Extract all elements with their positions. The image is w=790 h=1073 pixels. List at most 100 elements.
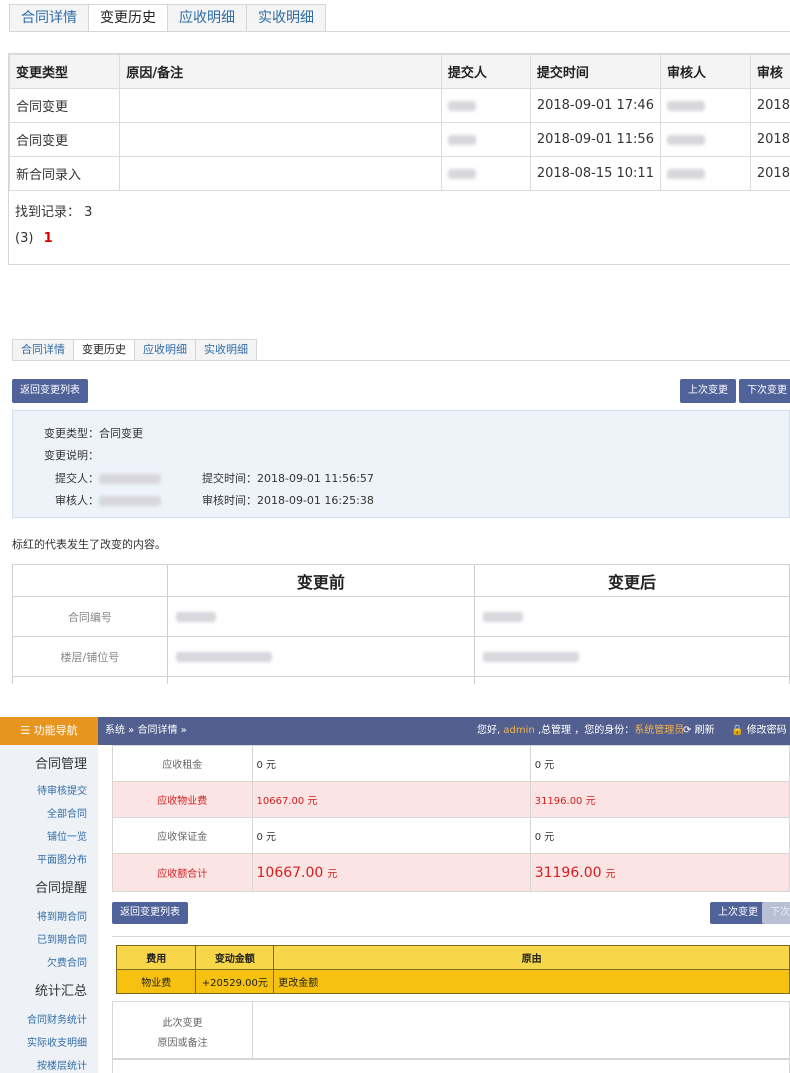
sidebar-item-actual-income[interactable]: 实际收支明细 bbox=[27, 1034, 87, 1049]
auditor-label: 审核人： bbox=[55, 494, 99, 507]
col-auditor: 审核人 bbox=[659, 54, 751, 89]
pagination: (3) 1 bbox=[15, 231, 53, 246]
total-before-unit: 元 bbox=[327, 868, 338, 880]
cell-submit-time: 2018-09-01 11:56 bbox=[529, 122, 661, 157]
blurred-value bbox=[482, 612, 523, 622]
header-blank bbox=[12, 564, 168, 597]
total-before: 10667.00 元 bbox=[251, 853, 531, 892]
value-after bbox=[473, 596, 790, 637]
fee-before: 0 元 bbox=[251, 817, 531, 854]
sidebar-item-pending[interactable]: 待审核提交 bbox=[37, 782, 87, 797]
header-before: 变更前 bbox=[166, 564, 475, 597]
lock-icon: 🔒 bbox=[731, 725, 744, 736]
header-after: 变更后 bbox=[473, 564, 790, 597]
table-row[interactable]: 合同变更 2018-09-01 11:56 2018 bbox=[9, 122, 790, 157]
value-before bbox=[166, 596, 475, 637]
cell-submitter bbox=[440, 122, 531, 157]
sidebar-item-all-contracts[interactable]: 全部合同 bbox=[47, 805, 87, 820]
value-after bbox=[473, 636, 790, 677]
sidebar: 合同管理 待审核提交 全部合同 铺位一览 平面图分布 合同提醒 将到期合同 已到… bbox=[0, 745, 98, 1073]
sidebar-item-finance-stats[interactable]: 合同财务统计 bbox=[27, 1011, 87, 1026]
record-count: 找到记录： 3 bbox=[15, 205, 93, 220]
fee-before: 0 元 bbox=[251, 745, 531, 782]
sidebar-item-shop-overview[interactable]: 铺位一览 bbox=[47, 828, 87, 843]
blurred-value bbox=[175, 612, 216, 622]
back-to-list-button[interactable]: 返回变更列表 bbox=[112, 902, 188, 924]
col-audit-time: 审核 bbox=[749, 54, 790, 89]
blurred-name bbox=[99, 474, 161, 484]
header-reason: 原由 bbox=[273, 945, 790, 970]
page-current[interactable]: 1 bbox=[44, 231, 53, 246]
cell-submit-time: 2018-09-01 17:46 bbox=[529, 88, 661, 123]
next-change-button[interactable]: 下次变更 bbox=[739, 379, 790, 403]
tab-bar: 合同详情 变更历史 应收明细 实收明细 bbox=[9, 4, 326, 32]
fee-after: 0 元 bbox=[529, 817, 790, 854]
cell-audit-time: 2018 bbox=[749, 88, 790, 123]
tab-receivable-detail[interactable]: 应收明细 bbox=[167, 4, 247, 32]
table-row[interactable]: 合同变更 2018-09-01 17:46 2018 bbox=[9, 88, 790, 123]
function-nav-button[interactable]: ☰ 功能导航 bbox=[0, 717, 98, 745]
col-submitter: 提交人 bbox=[440, 54, 531, 89]
tab-receivable-detail[interactable]: 应收明细 bbox=[134, 339, 196, 361]
cell-remark bbox=[119, 88, 442, 123]
fee-after: 31196.00 元 bbox=[529, 781, 790, 818]
change-description: 变更说明： bbox=[44, 449, 99, 462]
blurred-name bbox=[447, 134, 476, 145]
blurred-value bbox=[175, 652, 272, 662]
tab-received-detail[interactable]: 实收明细 bbox=[195, 339, 257, 361]
header-amount: 变动金额 bbox=[195, 945, 275, 970]
sidebar-item-floor-stats[interactable]: 按楼层统计 bbox=[37, 1057, 87, 1072]
back-to-list-button[interactable]: 返回变更列表 bbox=[12, 379, 88, 403]
cell-auditor bbox=[659, 88, 751, 123]
tab-divider bbox=[12, 360, 790, 361]
fee-comparison-table: 应收租金 0 元 0 元 应收物业费 10667.00 元 31196.00 元… bbox=[112, 745, 790, 892]
total-after-value: 31196.00 bbox=[534, 864, 602, 881]
cell-auditor bbox=[659, 122, 751, 157]
cell-submitter bbox=[440, 88, 531, 123]
change-info-box: 变更类型：合同变更 变更说明： 提交人： 提交时间：2018-09-01 11:… bbox=[12, 410, 790, 518]
red-highlight-note: 标红的代表发生了改变的内容。 bbox=[12, 538, 166, 551]
change-remark-label: 此次变更 原因或备注 bbox=[113, 1002, 253, 1058]
change-detail-panel: 合同详情 变更历史 应收明细 实收明细 返回变更列表 上次变更 下次变更 变更类… bbox=[0, 330, 790, 684]
change-reason-table: 费用 变动金额 原由 物业费 +20529.00元 更改金额 bbox=[115, 945, 790, 994]
change-label-line1: 此次变更 bbox=[162, 1018, 203, 1029]
row-label: 合同编号 bbox=[12, 596, 168, 637]
next-change-button[interactable]: 下次变更 bbox=[762, 902, 790, 924]
refresh-button[interactable]: ⟳ 刷新 bbox=[683, 717, 715, 745]
table-row: 物业费 +20529.00元 更改金额 bbox=[115, 969, 790, 994]
total-after: 31196.00 元 bbox=[529, 853, 790, 892]
table-row[interactable]: 新合同录入 2018-08-15 10:11 2018 bbox=[9, 156, 790, 191]
blurred-name bbox=[666, 134, 705, 145]
tab-contract-detail[interactable]: 合同详情 bbox=[12, 339, 74, 361]
sidebar-header-contract: 合同管理 bbox=[34, 757, 87, 772]
refresh-label: 刷新 bbox=[694, 725, 715, 736]
tab-contract-detail[interactable]: 合同详情 bbox=[9, 4, 89, 32]
sidebar-header-reminder: 合同提醒 bbox=[34, 881, 87, 896]
sidebar-item-expiring[interactable]: 将到期合同 bbox=[37, 908, 87, 923]
sidebar-item-floor-plan[interactable]: 平面图分布 bbox=[37, 851, 87, 866]
prev-change-button[interactable]: 上次变更 bbox=[680, 379, 736, 403]
greeting: 您好, bbox=[477, 725, 504, 736]
prev-change-button[interactable]: 上次变更 bbox=[710, 902, 766, 924]
header-fee: 费用 bbox=[115, 945, 197, 970]
tab-change-history[interactable]: 变更历史 bbox=[73, 339, 135, 361]
tab-bar: 合同详情 变更历史 应收明细 实收明细 bbox=[12, 339, 257, 361]
sidebar-item-arrears[interactable]: 欠费合同 bbox=[47, 954, 87, 969]
change-password-button[interactable]: 🔒 修改密码 bbox=[731, 717, 787, 745]
fee-label: 应收租金 bbox=[112, 745, 253, 782]
tab-change-history[interactable]: 变更历史 bbox=[88, 4, 168, 32]
history-table: 变更类型 原因/备注 提交人 提交时间 审核人 审核 合同变更 2018-09-… bbox=[9, 54, 790, 191]
breadcrumb: 系统 » 合同详情 » bbox=[105, 725, 187, 736]
blurred-name bbox=[447, 168, 476, 179]
next-row-stub bbox=[112, 1059, 790, 1073]
cell-submit-time: 2018-08-15 10:11 bbox=[529, 156, 661, 191]
blurred-name bbox=[447, 100, 476, 111]
page-total: (3) bbox=[15, 231, 34, 246]
reason-header-row: 费用 变动金额 原由 bbox=[115, 945, 790, 970]
col-change-type: 变更类型 bbox=[9, 54, 121, 89]
admin-app-panel: ☰ 功能导航 系统 » 合同详情 » 您好, admin ,总管理 ，您的身份：… bbox=[0, 717, 790, 1073]
reason-text: 更改金额 bbox=[273, 969, 790, 994]
blurred-name bbox=[666, 100, 705, 111]
sidebar-item-expired[interactable]: 已到期合同 bbox=[37, 931, 87, 946]
tab-received-detail[interactable]: 实收明细 bbox=[246, 4, 326, 32]
